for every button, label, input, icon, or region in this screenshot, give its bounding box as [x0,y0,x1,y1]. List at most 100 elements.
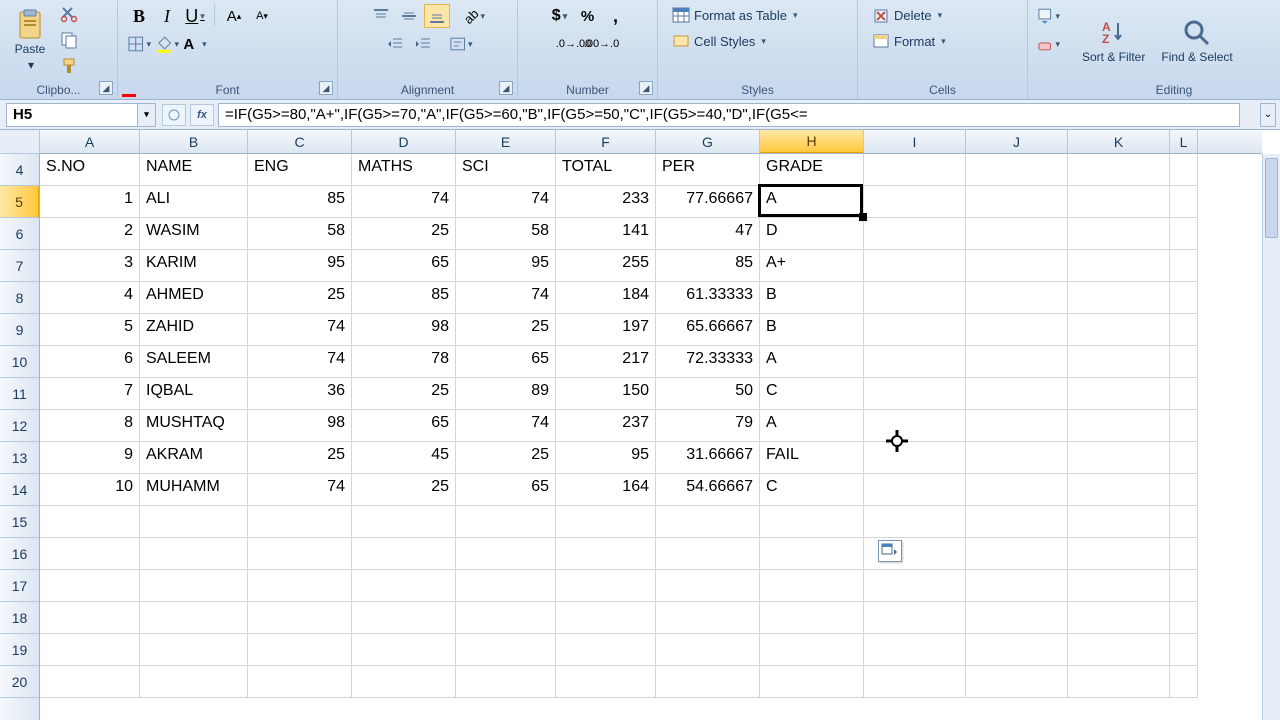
cell[interactable]: 74 [456,410,556,442]
cell[interactable] [966,282,1068,314]
column-header-A[interactable]: A [40,130,140,153]
cell[interactable]: 217 [556,346,656,378]
cell[interactable] [760,506,864,538]
cell[interactable] [456,506,556,538]
cell[interactable] [456,634,556,666]
cell[interactable] [556,570,656,602]
row-header-15[interactable]: 15 [0,506,39,538]
cell[interactable]: 7 [40,378,140,410]
cell[interactable] [864,634,966,666]
cell[interactable] [140,506,248,538]
cell[interactable]: MUHAMM [140,474,248,506]
copy-button[interactable] [56,28,82,52]
cell[interactable] [140,570,248,602]
cell[interactable]: AKRAM [140,442,248,474]
cell[interactable] [1170,474,1198,506]
shrink-font-button[interactable]: A▾ [249,4,275,28]
cell[interactable] [864,474,966,506]
cell[interactable] [248,506,352,538]
cell[interactable] [864,186,966,218]
cell[interactable] [966,538,1068,570]
cell[interactable] [864,378,966,410]
decrease-indent-button[interactable] [382,32,408,56]
align-bottom-button[interactable] [424,4,450,28]
cell[interactable] [248,538,352,570]
cell[interactable]: 85 [352,282,456,314]
cell[interactable]: 74 [248,314,352,346]
cell[interactable] [556,666,656,698]
cell[interactable] [966,250,1068,282]
cell[interactable]: 72.33333 [656,346,760,378]
increase-indent-button[interactable] [410,32,436,56]
cell[interactable]: 150 [556,378,656,410]
cell[interactable]: FAIL [760,442,864,474]
alignment-launcher[interactable]: ◢ [499,81,513,95]
cell[interactable] [864,218,966,250]
cell[interactable] [40,602,140,634]
wrap-text-button[interactable]: ▾ [448,32,474,56]
cell[interactable]: IQBAL [140,378,248,410]
cell[interactable]: ENG [248,154,352,186]
cell[interactable] [864,410,966,442]
font-color-button[interactable]: A▾ [182,32,208,56]
cell[interactable]: 74 [456,282,556,314]
cell[interactable]: 61.33333 [656,282,760,314]
cell[interactable] [864,442,966,474]
cell[interactable] [40,506,140,538]
row-header-4[interactable]: 4 [0,154,39,186]
cell[interactable]: WASIM [140,218,248,250]
cell[interactable]: 184 [556,282,656,314]
cell[interactable] [140,602,248,634]
cell[interactable] [140,666,248,698]
cell[interactable]: C [760,474,864,506]
cell[interactable]: 65.66667 [656,314,760,346]
cell[interactable] [966,186,1068,218]
cell[interactable] [760,634,864,666]
cell[interactable] [864,282,966,314]
cell[interactable] [1068,410,1170,442]
cell[interactable] [760,602,864,634]
cell[interactable] [1068,250,1170,282]
cell[interactable] [556,602,656,634]
cell[interactable]: 65 [352,410,456,442]
cell[interactable] [1170,634,1198,666]
name-box-dropdown[interactable]: ▾ [137,104,155,126]
cell[interactable] [864,154,966,186]
bold-button[interactable]: B [126,4,152,28]
cell[interactable] [760,666,864,698]
cell[interactable] [1170,282,1198,314]
clear-button[interactable]: ▾ [1035,32,1061,56]
cell[interactable]: 54.66667 [656,474,760,506]
align-top-button[interactable] [368,4,394,28]
cell[interactable] [864,602,966,634]
row-header-12[interactable]: 12 [0,410,39,442]
name-box[interactable]: H5 ▾ [6,103,156,127]
cell[interactable]: A [760,346,864,378]
scrollbar-thumb[interactable] [1265,158,1278,238]
row-header-17[interactable]: 17 [0,570,39,602]
cell[interactable]: 89 [456,378,556,410]
italic-button[interactable]: I [154,4,180,28]
cell[interactable] [556,634,656,666]
cell[interactable] [1068,666,1170,698]
cell[interactable]: 6 [40,346,140,378]
cell[interactable] [1170,218,1198,250]
cell[interactable] [1170,154,1198,186]
cell[interactable]: 47 [656,218,760,250]
cell[interactable] [864,314,966,346]
column-header-H[interactable]: H [760,130,864,153]
autofill-options-button[interactable] [878,540,902,562]
cell[interactable] [556,506,656,538]
cell[interactable] [966,602,1068,634]
fill-color-button[interactable]: ▾ [154,32,180,56]
cell[interactable] [352,634,456,666]
column-headers[interactable]: ABCDEFGHIJKL [40,130,1262,154]
cell[interactable] [456,666,556,698]
row-headers[interactable]: 4567891011121314151617181920 [0,154,40,720]
align-middle-button[interactable] [396,4,422,28]
cell[interactable]: 95 [556,442,656,474]
cell[interactable] [966,410,1068,442]
cell[interactable] [1068,506,1170,538]
column-header-L[interactable]: L [1170,130,1198,153]
cell[interactable] [1170,378,1198,410]
